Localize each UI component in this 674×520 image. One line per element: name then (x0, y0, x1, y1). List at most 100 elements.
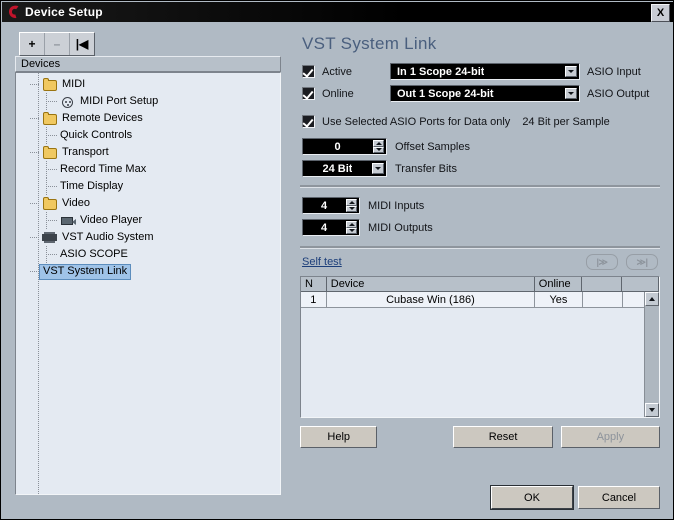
asio-output-label: ASIO Output (587, 87, 650, 100)
table-column-header[interactable]: Device (326, 277, 535, 292)
tree-item-label: VST System Link (39, 263, 132, 280)
self-test-row: Self test |≫ ≫| (302, 253, 662, 271)
table-cell: Cubase Win (186) (326, 292, 536, 308)
active-label: Active (322, 65, 352, 78)
tree-item-label: MIDI Port Setup (80, 95, 159, 107)
table-cell (582, 292, 623, 308)
chevron-down-icon[interactable] (565, 66, 577, 77)
tree-item-quick-controls[interactable]: Quick Controls (16, 127, 280, 144)
spinner-down-icon[interactable] (373, 146, 384, 153)
online-checkbox[interactable] (302, 87, 315, 100)
tree-guide-line (46, 246, 47, 263)
folder-icon (42, 196, 59, 211)
active-checkbox[interactable] (302, 65, 315, 78)
tree-item-label: Remote Devices (62, 112, 143, 124)
tree-item-asio-scope[interactable]: ASIO SCOPE (16, 246, 280, 263)
tree-item-record-time-max[interactable]: Record Time Max (16, 161, 280, 178)
panel-buttons: Help Reset Apply (300, 426, 660, 448)
midi-inputs-label: MIDI Inputs (368, 199, 425, 212)
tree-guide-line (46, 135, 58, 136)
scroll-down-icon[interactable] (645, 403, 659, 417)
midi-inputs-value: 4 (320, 199, 328, 212)
linked-devices-table[interactable]: N Device Online 1 Cubase Win (186) Yes (300, 276, 660, 418)
midi-inputs-stepper[interactable]: 4 (302, 197, 360, 214)
tree-item-remote-devices[interactable]: Remote Devices (16, 110, 280, 127)
tree-item-time-display[interactable]: Time Display (16, 178, 280, 195)
tree-item-label: Quick Controls (60, 129, 133, 141)
asio-output-select[interactable]: Out 1 Scope 24-bit (390, 85, 580, 102)
offset-samples-row: 0 Offset Samples (298, 137, 662, 156)
spinner-icon[interactable] (346, 199, 357, 212)
tree-guide-line (30, 84, 40, 85)
table-column-header[interactable] (622, 277, 659, 292)
tree-item-label: VST Audio System (62, 231, 154, 243)
tree-guide-line (46, 220, 58, 221)
tree-item-midi[interactable]: MIDI (16, 76, 280, 93)
tree-item-vst-system-link[interactable]: VST System Link (16, 263, 280, 280)
asio-input-select[interactable]: In 1 Scope 24-bit (390, 63, 580, 80)
self-test-link[interactable]: Self test (302, 256, 342, 268)
table-column-header[interactable]: Online (534, 277, 583, 292)
tree-item-transport[interactable]: Transport (16, 144, 280, 161)
active-row: Active In 1 Scope 24-bit ASIO Input (298, 62, 662, 81)
spinner-down-icon[interactable] (346, 227, 357, 234)
add-device-button[interactable]: + (20, 33, 44, 55)
devices-tree[interactable]: MIDI MIDI Port Setup Remote Devices Quick C… (15, 72, 281, 495)
table-cell: Yes (535, 292, 583, 308)
spinner-icon[interactable] (346, 221, 357, 234)
nav-last-icon[interactable]: ≫| (626, 254, 658, 270)
transfer-bits-select[interactable]: 24 Bit (302, 160, 387, 177)
tree-item-label: MIDI (62, 78, 86, 90)
data-only-checkbox[interactable] (302, 115, 315, 128)
folder-icon (42, 145, 59, 160)
table-row[interactable]: 1 Cubase Win (186) Yes (301, 292, 659, 308)
data-only-row: Use Selected ASIO Ports for Data only 24… (298, 112, 662, 131)
tree-item-video-player[interactable]: Video Player (16, 212, 280, 229)
tree-guide-line (30, 271, 40, 272)
tree-guide-line (30, 152, 40, 153)
table-scrollbar[interactable] (644, 292, 659, 417)
tree-item-label: Video (62, 197, 90, 209)
cubase-logo-icon (6, 4, 22, 20)
table-column-header[interactable]: N (301, 277, 327, 292)
ok-button[interactable]: OK (490, 485, 574, 510)
tree-guide-line (46, 101, 58, 102)
transfer-bits-label: Transfer Bits (395, 162, 457, 175)
chevron-down-icon[interactable] (565, 88, 577, 99)
tree-item-video[interactable]: Video (16, 195, 280, 212)
reset-device-button[interactable]: |◀ (69, 33, 94, 55)
cancel-button[interactable]: Cancel (578, 486, 660, 509)
table-body[interactable]: 1 Cubase Win (186) Yes (301, 292, 659, 308)
spinner-icon[interactable] (373, 140, 384, 153)
scroll-up-icon[interactable] (645, 292, 659, 306)
page-title: VST System Link (302, 34, 437, 53)
tree-item-midi-port-setup[interactable]: MIDI Port Setup (16, 93, 280, 110)
midi-outputs-stepper[interactable]: 4 (302, 219, 360, 236)
offset-samples-label: Offset Samples (395, 140, 470, 153)
chevron-down-icon[interactable] (372, 163, 384, 174)
tree-item-label: Transport (62, 146, 109, 158)
table-cell: 1 (301, 292, 327, 308)
tree-guide-line (30, 203, 40, 204)
tree-guide-line (30, 118, 40, 119)
spinner-down-icon[interactable] (346, 205, 357, 212)
offset-samples-stepper[interactable]: 0 (302, 138, 387, 155)
table-header-row: N Device Online (301, 277, 659, 292)
devices-column-header: Devices (15, 56, 281, 72)
table-column-header[interactable] (582, 277, 623, 292)
folder-icon (42, 77, 59, 92)
tree-item-label: Record Time Max (60, 163, 147, 175)
nav-first-icon[interactable]: |≫ (586, 254, 618, 270)
device-setup-window: Device Setup X + – |◀ Devices MIDI MIDI P… (0, 0, 674, 520)
remove-device-button[interactable]: – (44, 33, 69, 55)
help-button[interactable]: Help (300, 426, 378, 448)
tree-guide-line (46, 186, 58, 187)
tree-guide-line (46, 169, 58, 170)
midi-inputs-row: 4 MIDI Inputs (298, 196, 662, 215)
close-icon[interactable]: X (651, 4, 670, 22)
reset-button[interactable]: Reset (453, 426, 553, 448)
tree-item-vst-audio-system[interactable]: VST Audio System (16, 229, 280, 246)
title-bar: Device Setup X (2, 2, 673, 22)
tree-guide-line (46, 212, 47, 229)
apply-button[interactable]: Apply (560, 426, 660, 448)
